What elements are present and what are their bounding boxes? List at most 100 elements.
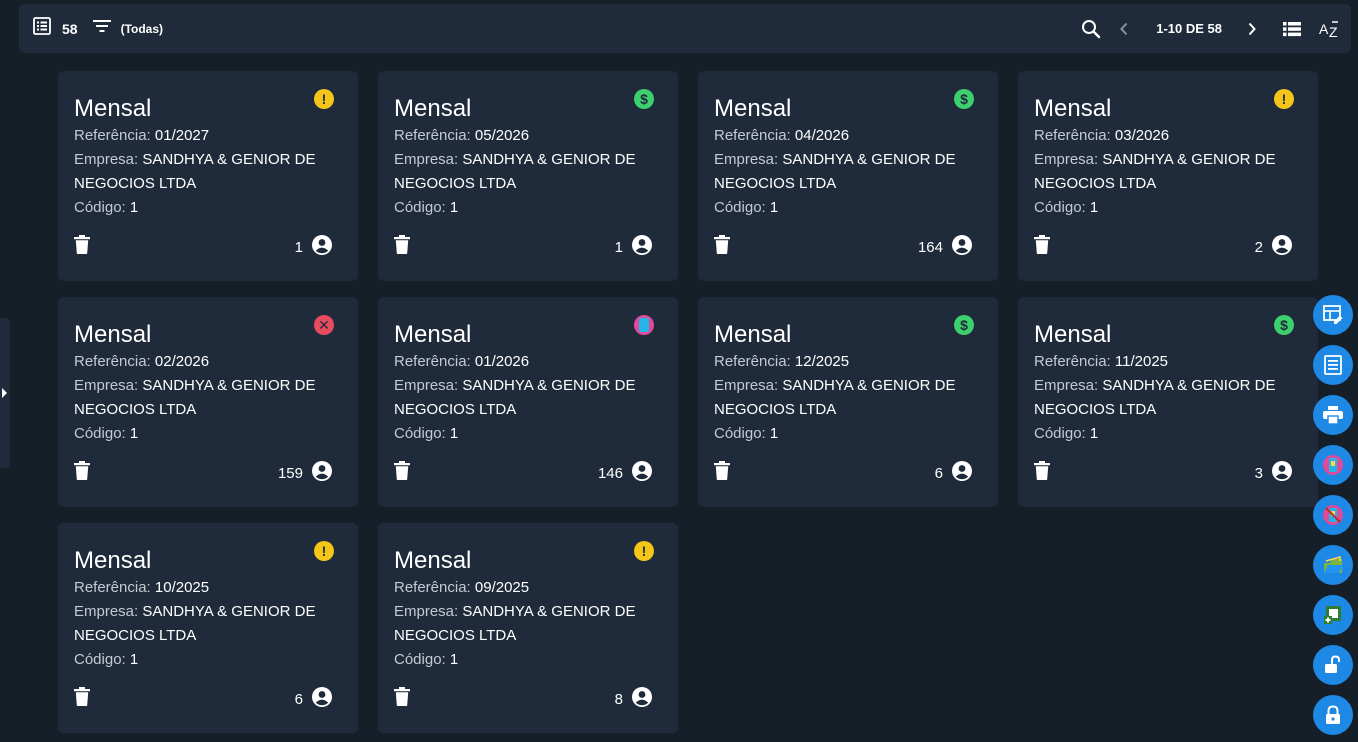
reference-value: 09/2025: [474, 579, 530, 596]
trash-icon[interactable]: [1034, 235, 1050, 259]
account-circle-icon: [312, 687, 332, 712]
code-label: Código:: [74, 425, 126, 442]
card-company: Empresa: SANDHYA & GENIOR DE NEGOCIOS LT…: [714, 148, 964, 196]
users-indicator[interactable]: 1: [295, 235, 332, 260]
code-value: 1: [1089, 425, 1099, 442]
expand-arrow-icon: [2, 388, 7, 398]
card[interactable]: Mensal Referência: 01/2026 Empresa: SAND…: [378, 297, 678, 507]
sort-az-icon[interactable]: AZ: [1319, 4, 1341, 53]
users-indicator[interactable]: 6: [295, 687, 332, 712]
card[interactable]: Mensal ! Referência: 03/2026 Empresa: SA…: [1018, 71, 1318, 281]
edit-table-button[interactable]: [1313, 295, 1353, 335]
card[interactable]: Mensal $ Referência: 11/2025 Empresa: SA…: [1018, 297, 1318, 507]
trash-icon[interactable]: [74, 687, 90, 711]
list-icon: [1324, 355, 1342, 375]
pix-cancel-button[interactable]: [1313, 495, 1353, 535]
account-circle-icon: [952, 235, 972, 260]
search-icon[interactable]: [1081, 4, 1101, 53]
users-indicator[interactable]: 159: [278, 461, 332, 486]
card-code: Código: 1: [74, 196, 324, 220]
print-button[interactable]: [1313, 395, 1353, 435]
reference-value: 03/2026: [1114, 127, 1170, 144]
top-toolbar: 58 (Todas) 1-10 DE 58 AZ: [19, 4, 1351, 53]
card-title: Mensal: [714, 95, 792, 122]
card-company: Empresa: SANDHYA & GENIOR DE NEGOCIOS LT…: [714, 374, 964, 422]
users-indicator[interactable]: 164: [918, 235, 972, 260]
account-circle-icon: [312, 235, 332, 260]
users-count: 6: [934, 465, 943, 482]
unlock-button[interactable]: [1313, 645, 1353, 685]
code-value: 1: [449, 651, 459, 668]
chevron-right-icon[interactable]: [1247, 4, 1257, 53]
reference-value: 01/2026: [474, 353, 530, 370]
trash-icon[interactable]: [714, 461, 730, 485]
code-value: 1: [769, 199, 779, 216]
pix-icon: [1322, 454, 1344, 476]
side-panel-toggle[interactable]: [0, 318, 10, 468]
card-code: Código: 1: [714, 422, 964, 446]
users-indicator[interactable]: 3: [1255, 461, 1292, 486]
trash-icon[interactable]: [1034, 461, 1050, 485]
reference-label: Referência:: [74, 127, 151, 144]
add-document-button[interactable]: [1313, 595, 1353, 635]
card-company: Empresa: SANDHYA & GENIOR DE NEGOCIOS LT…: [394, 600, 644, 648]
account-circle-icon: [952, 461, 972, 486]
company-label: Empresa:: [394, 151, 459, 168]
code-label: Código:: [394, 651, 446, 668]
company-label: Empresa:: [1034, 151, 1099, 168]
code-value: 1: [1089, 199, 1099, 216]
trash-icon[interactable]: [394, 461, 410, 485]
card[interactable]: Mensal ! Referência: 01/2027 Empresa: SA…: [58, 71, 358, 281]
reference-value: 04/2026: [794, 127, 850, 144]
card[interactable]: Mensal $ Referência: 05/2026 Empresa: SA…: [378, 71, 678, 281]
trash-icon[interactable]: [74, 235, 90, 259]
add-document-icon: [1323, 605, 1343, 625]
card[interactable]: Mensal $ Referência: 12/2025 Empresa: SA…: [698, 297, 998, 507]
list-layout-icon[interactable]: [1283, 4, 1301, 53]
trash-icon[interactable]: [74, 461, 90, 485]
card-code: Código: 1: [394, 648, 644, 672]
lock-icon: [1324, 705, 1342, 725]
users-indicator[interactable]: 1: [615, 235, 652, 260]
users-indicator[interactable]: 2: [1255, 235, 1292, 260]
filter-icon[interactable]: [92, 19, 112, 38]
card-reference: Referência: 09/2025: [394, 576, 644, 600]
users-indicator[interactable]: 146: [598, 461, 652, 486]
chevron-left-icon[interactable]: [1119, 4, 1129, 53]
code-label: Código:: [394, 199, 446, 216]
print-icon: [1323, 406, 1343, 424]
reference-label: Referência:: [394, 353, 471, 370]
card-code: Código: 1: [1034, 196, 1284, 220]
users-indicator[interactable]: 8: [615, 687, 652, 712]
reference-label: Referência:: [1034, 353, 1111, 370]
code-value: 1: [129, 199, 139, 216]
card-code: Código: 1: [1034, 422, 1284, 446]
company-label: Empresa:: [714, 377, 779, 394]
card-title: Mensal: [74, 547, 152, 574]
filter-label[interactable]: (Todas): [121, 22, 163, 36]
card[interactable]: Mensal ✕ Referência: 02/2026 Empresa: SA…: [58, 297, 358, 507]
users-count: 6: [294, 691, 303, 708]
card[interactable]: Mensal ! Referência: 10/2025 Empresa: SA…: [58, 523, 358, 733]
reference-value: 10/2025: [154, 579, 210, 596]
folder-button[interactable]: [1313, 545, 1353, 585]
card-title: Mensal: [1034, 95, 1112, 122]
users-indicator[interactable]: 6: [935, 461, 972, 486]
pix-button[interactable]: [1313, 445, 1353, 485]
card-reference: Referência: 01/2027: [74, 124, 324, 148]
reference-label: Referência:: [714, 353, 791, 370]
company-label: Empresa:: [1034, 377, 1099, 394]
company-label: Empresa:: [714, 151, 779, 168]
card-title: Mensal: [1034, 321, 1112, 348]
trash-icon[interactable]: [394, 235, 410, 259]
account-circle-icon: [1272, 461, 1292, 486]
card[interactable]: Mensal ! Referência: 09/2025 Empresa: SA…: [378, 523, 678, 733]
trash-icon[interactable]: [394, 687, 410, 711]
list-view-icon[interactable]: [33, 17, 51, 40]
lock-button[interactable]: [1313, 695, 1353, 735]
edit-table-icon: [1323, 305, 1343, 325]
trash-icon[interactable]: [714, 235, 730, 259]
card[interactable]: Mensal $ Referência: 04/2026 Empresa: SA…: [698, 71, 998, 281]
list-button[interactable]: [1313, 345, 1353, 385]
code-value: 1: [449, 425, 459, 442]
